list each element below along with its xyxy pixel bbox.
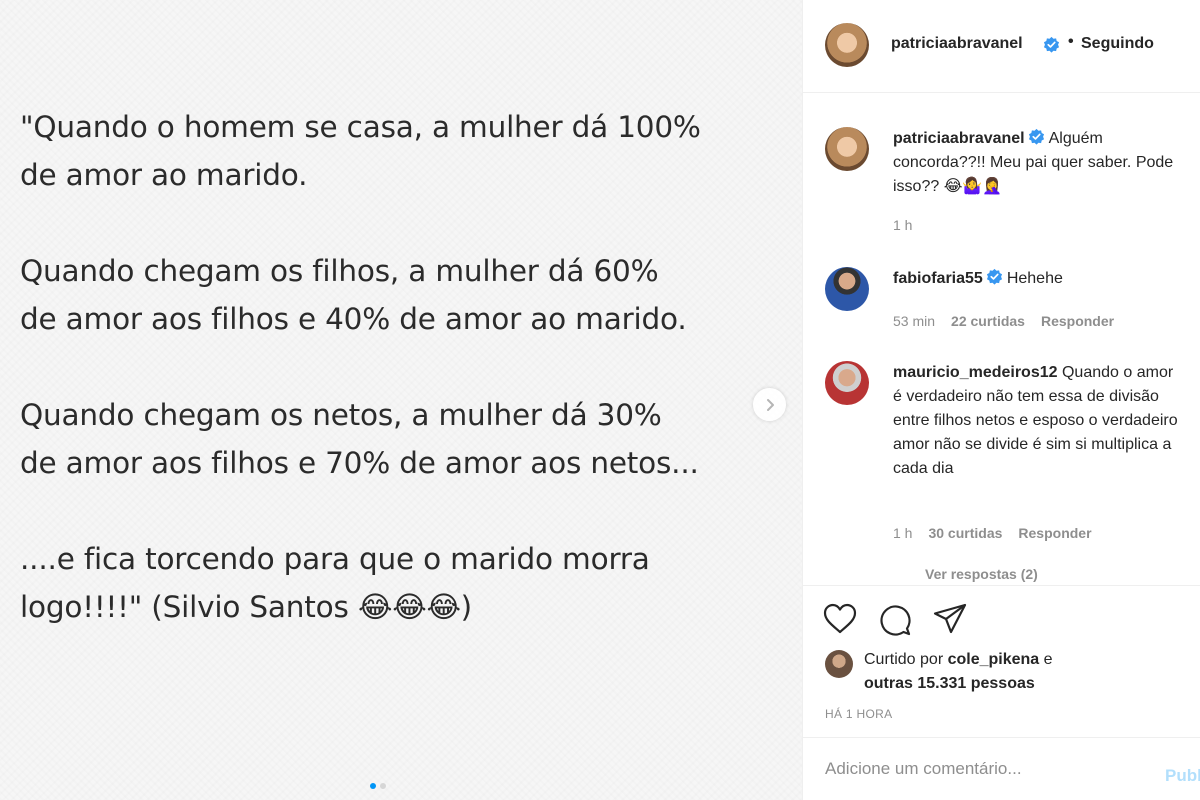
verified-icon	[1043, 36, 1060, 53]
post-timestamp[interactable]: HÁ 1 HORA	[825, 707, 892, 721]
post-header: patriciaabravanel • Seguindo	[803, 0, 1200, 93]
comment-likes[interactable]: 22 curtidas	[951, 313, 1025, 329]
avatar[interactable]	[825, 127, 869, 171]
publish-button[interactable]: Publicar	[1165, 766, 1200, 786]
likes-text: Curtido por cole_pikena e outras 15.331 …	[864, 648, 1184, 696]
reply-button[interactable]: Responder	[1018, 525, 1091, 541]
comment-body: fabiofaria55 Hehehe	[893, 267, 1183, 291]
likes-prefix: Curtido por	[864, 651, 948, 668]
carousel-dot-active	[370, 783, 376, 789]
heart-icon[interactable]	[823, 603, 857, 635]
avatar[interactable]	[825, 361, 869, 405]
comment-username[interactable]: patriciaabravanel	[893, 130, 1025, 147]
comment-body: patriciaabravanel Alguém concorda??!! Meu…	[893, 127, 1183, 199]
quote-paragraph-1: "Quando o homem se casa, a mulher dá 100…	[20, 110, 701, 192]
likes-conjunction: e	[1039, 651, 1053, 668]
likes-others[interactable]: outras 15.331 pessoas	[864, 675, 1035, 692]
comment-username[interactable]: mauricio_medeiros12	[893, 364, 1058, 381]
comments-list[interactable]: patriciaabravanel Alguém concorda??!! Meu…	[803, 94, 1200, 584]
comment-text: Hehehe	[1006, 270, 1063, 287]
comment-body: mauricio_medeiros12 Quando o amor é verd…	[893, 361, 1183, 481]
comment-time[interactable]: 53 min	[893, 313, 935, 329]
comment-username[interactable]: fabiofaria55	[893, 270, 983, 287]
verified-icon	[1028, 128, 1044, 145]
liker-username[interactable]: cole_pikena	[948, 651, 1040, 668]
view-replies-button[interactable]: Ver respostas (2)	[925, 566, 1038, 582]
next-slide-button[interactable]	[753, 388, 786, 421]
carousel-dot	[380, 783, 386, 789]
comment-time[interactable]: 1 h	[893, 525, 912, 541]
comment-meta: 1 h 30 curtidas Responder	[893, 525, 1092, 541]
header-separator: •	[1068, 33, 1074, 50]
verified-icon	[986, 268, 1002, 285]
comment-input[interactable]	[825, 756, 1125, 782]
quote-paragraph-4: ....e fica torcendo para que o marido mo…	[20, 542, 650, 624]
comment-meta: 53 min 22 curtidas Responder	[893, 313, 1114, 329]
comment-icon[interactable]	[878, 603, 912, 637]
following-button[interactable]: Seguindo	[1081, 35, 1154, 53]
chevron-right-icon	[766, 398, 774, 411]
reply-button[interactable]: Responder	[1041, 313, 1114, 329]
share-icon[interactable]	[933, 603, 967, 635]
comment-likes[interactable]: 30 curtidas	[928, 525, 1002, 541]
avatar[interactable]	[825, 267, 869, 311]
post-actions: Curtido por cole_pikena e outras 15.331 …	[803, 585, 1200, 737]
quote-text: "Quando o homem se casa, a mulher dá 100…	[20, 103, 780, 631]
add-comment-form: Publicar	[803, 737, 1200, 800]
quote-paragraph-2: Quando chegam os filhos, a mulher dá 60%…	[20, 254, 687, 336]
post-sidebar: patriciaabravanel • Seguindo patriciaabr…	[802, 0, 1200, 800]
post-media[interactable]: "Quando o homem se casa, a mulher dá 100…	[0, 0, 802, 800]
avatar[interactable]	[825, 650, 853, 678]
quote-paragraph-3: Quando chegam os netos, a mulher dá 30% …	[20, 398, 699, 480]
comment-meta: 1 h	[893, 217, 912, 233]
carousel-dots	[370, 783, 386, 789]
author-username[interactable]: patriciaabravanel	[891, 35, 1023, 53]
comment-time[interactable]: 1 h	[893, 217, 912, 233]
author-avatar[interactable]	[825, 23, 869, 67]
